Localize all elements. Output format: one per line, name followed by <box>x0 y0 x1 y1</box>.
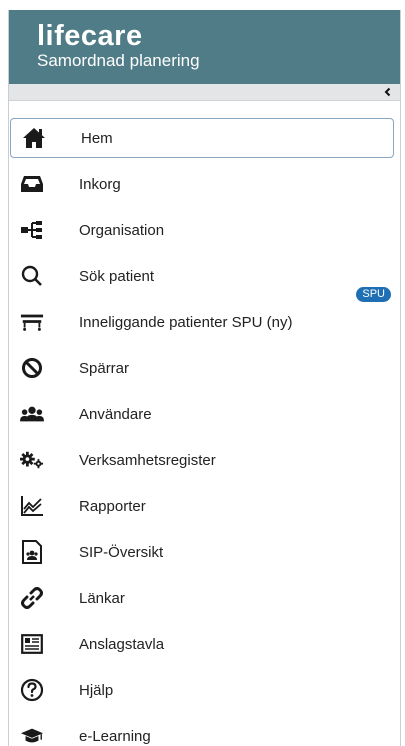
nav-item-hjalp[interactable]: Hjälp <box>9 671 394 709</box>
nav-item-inkorg[interactable]: Inkorg <box>9 165 394 203</box>
inbox-icon <box>20 172 44 196</box>
nav-item-inneliggande-patienter[interactable]: Inneliggande patienter SPU (ny) SPU <box>9 287 394 341</box>
nav-item-sok-patient[interactable]: Sök patient <box>9 257 394 295</box>
nav-item-anslagstavla[interactable]: Anslagstavla <box>9 625 394 663</box>
nav-item-e-learning[interactable]: e-Learning <box>9 717 394 746</box>
chevron-left-icon <box>384 87 391 97</box>
graduation-cap-icon <box>20 724 44 746</box>
nav-label: Användare <box>79 405 152 423</box>
nav-label: Sök patient <box>79 267 155 285</box>
nav-item-organisation[interactable]: Organisation <box>9 211 394 249</box>
collapse-sidebar-button[interactable] <box>380 84 396 100</box>
nav-label: SIP-Översikt <box>79 543 164 561</box>
nav-label: Verksamhetsregister <box>79 451 216 469</box>
users-icon <box>20 402 44 426</box>
chart-icon <box>20 494 44 518</box>
nav-item-lankar[interactable]: Länkar <box>9 579 394 617</box>
nav-label: Inneliggande patienter SPU (ny) <box>79 313 293 331</box>
nav-label: Spärrar <box>79 359 130 377</box>
document-users-icon <box>20 540 44 564</box>
nav-label: e-Learning <box>79 727 151 745</box>
home-icon <box>22 126 46 150</box>
nav-item-anvandare[interactable]: Användare <box>9 395 394 433</box>
spu-badge: SPU <box>356 287 391 302</box>
block-icon <box>20 356 44 380</box>
nav-item-hem[interactable]: Hem <box>10 118 394 158</box>
nav-item-sip-oversikt[interactable]: SIP-Översikt <box>9 533 394 571</box>
collapse-bar <box>9 84 400 101</box>
nav-label: Organisation <box>79 221 165 239</box>
nav-label: Inkorg <box>79 175 121 193</box>
nav-label: Rapporter <box>79 497 146 515</box>
nav-label: Länkar <box>79 589 125 607</box>
nav-label: Hem <box>81 129 113 147</box>
nav-item-rapporter[interactable]: Rapporter <box>9 487 394 525</box>
hospital-bed-icon <box>20 310 44 334</box>
nav-label: Hjälp <box>79 681 114 699</box>
nav-item-verksamhetsregister[interactable]: Verksamhetsregister <box>9 441 394 479</box>
nav-label: Anslagstavla <box>79 635 165 653</box>
link-icon <box>20 586 44 610</box>
app-tagline: Samordnad planering <box>37 51 200 70</box>
app-logo[interactable]: lifecare <box>37 22 400 51</box>
app-header: lifecare Samordnad planering <box>9 10 400 84</box>
notice-board-icon <box>20 632 44 656</box>
sidebar: lifecare Samordnad planering Hem Inkorg … <box>8 10 401 746</box>
nav-item-sparrar[interactable]: Spärrar <box>9 349 394 387</box>
organization-icon <box>20 218 44 242</box>
gears-icon <box>20 448 44 472</box>
help-icon <box>20 678 44 702</box>
search-icon <box>20 264 44 288</box>
